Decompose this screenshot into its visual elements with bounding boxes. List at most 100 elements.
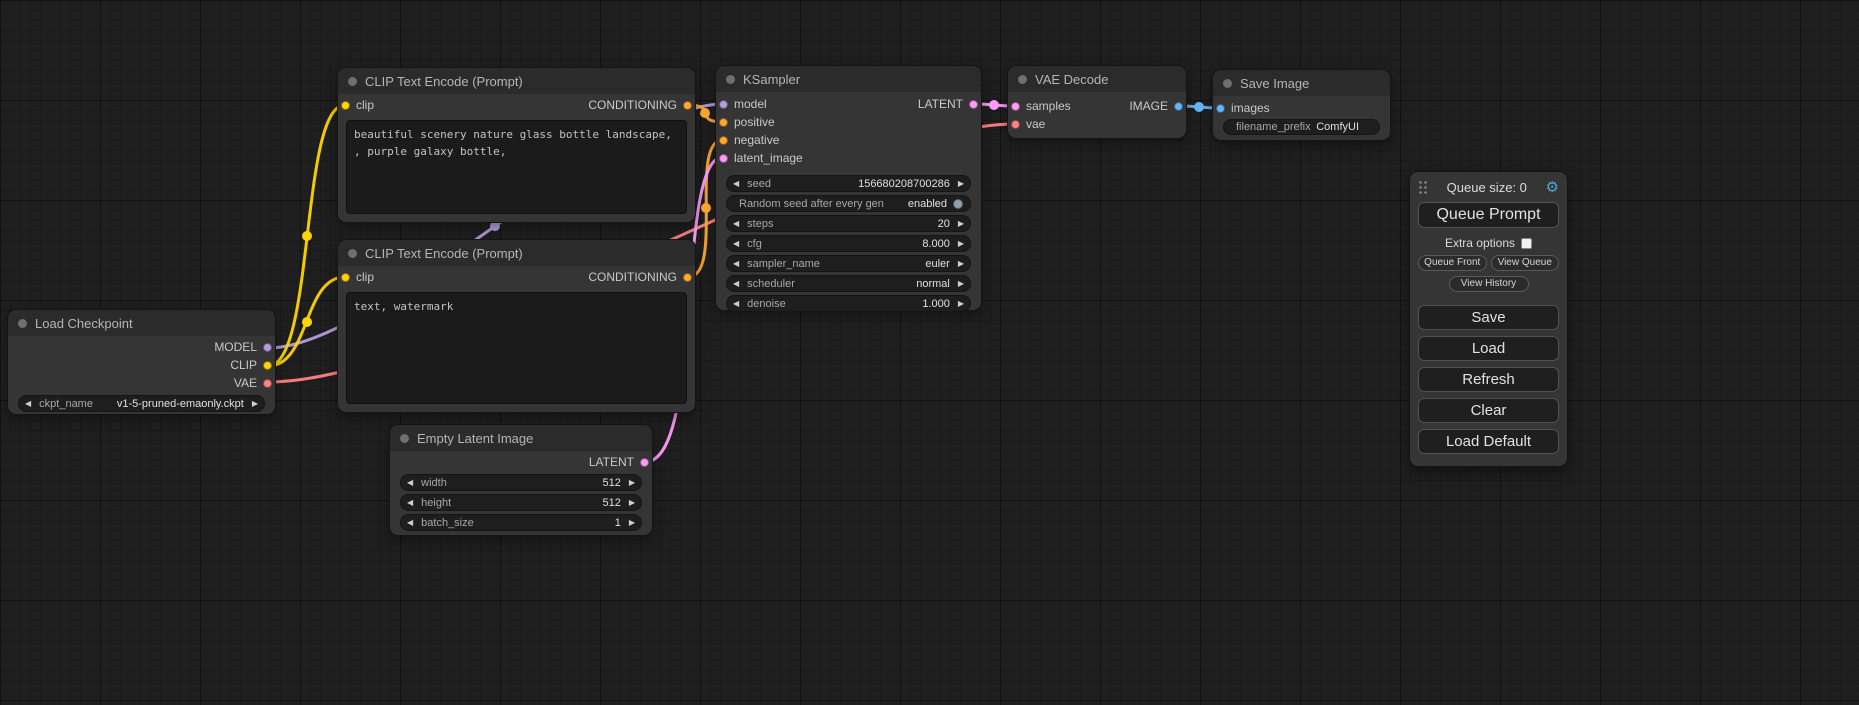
save-button[interactable]: Save [1418,305,1559,330]
node-title-bar[interactable]: CLIP Text Encode (Prompt) [338,68,695,94]
output-label: IMAGE [1129,99,1168,113]
node-ksampler[interactable]: KSampler model LATENT positive negative [716,66,981,310]
node-clip-text-encode-positive[interactable]: CLIP Text Encode (Prompt) clip CONDITION… [338,68,695,222]
input-label: negative [734,133,779,147]
queue-panel: Queue size: 0 ⚙ Queue Prompt Extra optio… [1410,172,1567,466]
queue-front-button[interactable]: Queue Front [1418,255,1487,271]
widget-scheduler[interactable]: ◀ scheduler normal ▶ [726,275,971,292]
increment-icon[interactable]: ▶ [958,260,964,268]
drag-handle-icon[interactable] [1418,180,1428,195]
widget-height[interactable]: ◀ height 512 ▶ [400,494,642,511]
input-label: clip [356,98,374,112]
decrement-icon[interactable]: ◀ [733,280,739,288]
model-output-port[interactable] [263,343,272,352]
widget-label: width [421,477,447,489]
clip-output-port[interactable] [263,361,272,370]
widget-label: steps [747,218,773,230]
positive-prompt-input[interactable]: beautiful scenery nature glass bottle la… [346,120,687,214]
decrement-icon[interactable]: ◀ [733,220,739,228]
node-vae-decode[interactable]: VAE Decode samples IMAGE vae [1008,66,1186,138]
increment-icon[interactable]: ▶ [252,400,258,408]
increment-icon[interactable]: ▶ [958,220,964,228]
decrement-icon[interactable]: ◀ [733,300,739,308]
toggle-knob-icon[interactable] [953,199,963,209]
latent-image-input-port[interactable] [719,154,728,163]
view-history-button[interactable]: View History [1449,276,1529,292]
load-default-button[interactable]: Load Default [1418,429,1559,454]
negative-input-port[interactable] [719,136,728,145]
widget-sampler-name[interactable]: ◀ sampler_name euler ▶ [726,255,971,272]
decrement-icon[interactable]: ◀ [25,400,31,408]
node-title: CLIP Text Encode (Prompt) [365,74,523,89]
link-midpoint-dot [700,108,710,118]
node-empty-latent-image[interactable]: Empty Latent Image LATENT ◀ width 512 ▶ … [390,425,652,535]
node-canvas[interactable]: Load Checkpoint MODEL CLIP VAE ◀ ckpt_na… [0,0,1859,705]
input-label: positive [734,115,775,129]
extra-options-checkbox[interactable] [1521,238,1532,249]
node-save-image[interactable]: Save Image images filename_prefix ComfyU… [1213,70,1390,140]
image-output-port[interactable] [1174,102,1183,111]
decrement-icon[interactable]: ◀ [407,519,413,527]
input-label: model [734,97,767,111]
widget-cfg[interactable]: ◀ cfg 8.000 ▶ [726,235,971,252]
vae-input-port[interactable] [1011,120,1020,129]
conditioning-output-port[interactable] [683,101,692,110]
conditioning-output-port[interactable] [683,273,692,282]
load-button[interactable]: Load [1418,336,1559,361]
decrement-icon[interactable]: ◀ [733,260,739,268]
latent-output-port[interactable] [640,458,649,467]
decrement-icon[interactable]: ◀ [407,499,413,507]
decrement-icon[interactable]: ◀ [407,479,413,487]
samples-input-port[interactable] [1011,102,1020,111]
increment-icon[interactable]: ▶ [629,499,635,507]
settings-gear-icon[interactable]: ⚙ [1546,180,1559,195]
decrement-icon[interactable]: ◀ [733,240,739,248]
node-title-bar[interactable]: KSampler [716,66,981,92]
model-input-port[interactable] [719,100,728,109]
widget-label: cfg [747,238,762,250]
increment-icon[interactable]: ▶ [958,240,964,248]
node-title-bar[interactable]: Load Checkpoint [8,310,275,336]
increment-icon[interactable]: ▶ [629,519,635,527]
clip-input-port[interactable] [341,101,350,110]
widget-label: scheduler [747,278,795,290]
negative-prompt-input[interactable]: text, watermark [346,292,687,404]
widget-denoise[interactable]: ◀ denoise 1.000 ▶ [726,295,971,312]
widget-value: normal [916,278,950,290]
node-title-bar[interactable]: Empty Latent Image [390,425,652,451]
link-midpoint-dot [1194,102,1204,112]
decrement-icon[interactable]: ◀ [733,180,739,188]
input-label: vae [1026,117,1045,131]
clear-button[interactable]: Clear [1418,398,1559,423]
extra-options-label: Extra options [1445,236,1515,250]
link-midpoint-dot [490,221,500,231]
widget-filename-prefix[interactable]: filename_prefix ComfyUI [1223,119,1380,135]
node-title-bar[interactable]: Save Image [1213,70,1390,96]
widget-random-seed-toggle[interactable]: Random seed after every gen enabled [726,195,971,212]
increment-icon[interactable]: ▶ [629,479,635,487]
queue-size-label: Queue size: 0 [1447,180,1527,195]
widget-seed[interactable]: ◀ seed 156680208700286 ▶ [726,175,971,192]
queue-prompt-button[interactable]: Queue Prompt [1418,202,1559,228]
clip-input-port[interactable] [341,273,350,282]
increment-icon[interactable]: ▶ [958,280,964,288]
vae-output-port[interactable] [263,379,272,388]
view-queue-button[interactable]: View Queue [1491,255,1560,271]
node-title: KSampler [743,72,800,87]
widget-ckpt-name[interactable]: ◀ ckpt_name v1-5-pruned-emaonly.ckpt ▶ [18,395,265,412]
widget-steps[interactable]: ◀ steps 20 ▶ [726,215,971,232]
increment-icon[interactable]: ▶ [958,300,964,308]
positive-input-port[interactable] [719,118,728,127]
node-title-bar[interactable]: CLIP Text Encode (Prompt) [338,240,695,266]
images-input-port[interactable] [1216,104,1225,113]
latent-output-port[interactable] [969,100,978,109]
widget-width[interactable]: ◀ width 512 ▶ [400,474,642,491]
node-load-checkpoint[interactable]: Load Checkpoint MODEL CLIP VAE ◀ ckpt_na… [8,310,275,414]
increment-icon[interactable]: ▶ [958,180,964,188]
widget-batch-size[interactable]: ◀ batch_size 1 ▶ [400,514,642,531]
node-status-icon [1223,79,1232,88]
node-clip-text-encode-negative[interactable]: CLIP Text Encode (Prompt) clip CONDITION… [338,240,695,412]
node-title-bar[interactable]: VAE Decode [1008,66,1186,92]
refresh-button[interactable]: Refresh [1418,367,1559,392]
widget-value: 512 [602,497,620,509]
